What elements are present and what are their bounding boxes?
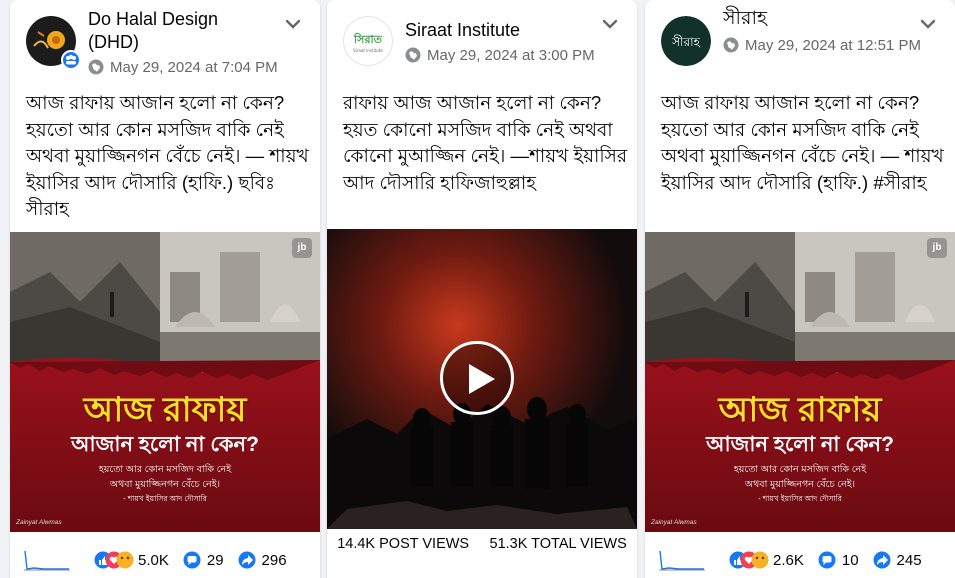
avatar-logo-subtext: Siraat Institute [353, 48, 383, 53]
post-views: 14.4K POST VIEWS [337, 536, 470, 552]
total-views: 51.3K TOTAL VIEWS [489, 536, 627, 552]
play-button[interactable] [440, 341, 514, 415]
reactions-icon[interactable] [729, 551, 769, 569]
poster-subtitle: আজান হলো না কেন? [71, 433, 259, 456]
post-text: আজ রাফায় আজান হলো না কেন? হয়তো আর কোন … [661, 92, 944, 193]
comments-count[interactable]: 29 [207, 552, 224, 569]
post-meta: May 29, 2024 at 7:04 PM [88, 57, 278, 78]
poster-logo: jb [927, 238, 947, 258]
globe-icon [88, 59, 104, 75]
post-meta: May 29, 2024 at 3:00 PM [405, 45, 595, 66]
poster-signature: Zainyat Alwmas [16, 519, 62, 526]
shares-count[interactable]: 245 [897, 552, 922, 569]
poster-signature: Zainyat Alwmas [651, 519, 697, 526]
globe-icon [723, 37, 739, 53]
chevron-down-icon[interactable] [919, 18, 937, 30]
post-image[interactable]: jb আজ রাফায় আজান হলো না কেন? হয়তো আর ক… [645, 232, 955, 532]
poster-logo: jb [292, 238, 312, 258]
poster-subtitle: আজান হলো না কেন? [706, 433, 894, 456]
poster-caption: হয়তো আর কোন মসজিদ বাকি নেই অথবা মুয়াজ্… [10, 462, 320, 492]
chevron-down-icon[interactable] [601, 18, 619, 30]
poster-caption-line: হয়তো আর কোন মসজিদ বাকি নেই [733, 464, 867, 475]
avatar[interactable]: সীরাহ [661, 16, 711, 66]
globe-icon [405, 47, 421, 63]
chevron-down-icon[interactable] [284, 18, 302, 30]
shares-count[interactable]: 296 [262, 552, 287, 569]
play-icon [469, 364, 495, 394]
author-name[interactable]: Do Halal Design (DHD) [88, 8, 258, 54]
post-image[interactable]: jb আজ রাফায় আজান হলো না কেন? হয়তো আর ক… [10, 232, 320, 532]
post-card: Do Halal Design (DHD) May 29, 2024 at 7:… [10, 0, 320, 578]
sparkline-icon [24, 550, 70, 571]
poster-caption-line: হয়তো আর কোন মসজিদ বাকি নেই [98, 464, 232, 475]
post-card: সিরাত Siraat Institute Siraat Institute … [327, 0, 637, 578]
post-timestamp[interactable]: May 29, 2024 at 3:00 PM [427, 45, 595, 66]
share-icon [238, 551, 256, 569]
poster-credit: - শায়খ ইয়াসির আদ দৌসারি [758, 494, 842, 503]
reactions-count[interactable]: 5.0K [138, 552, 169, 569]
post-text: আজ রাফায় আজান হলো না কেন? হয়তো আর কোন … [26, 92, 309, 219]
group-icon [61, 50, 81, 70]
poster-caption-line: অথবা মুয়াজ্জিনগন বেঁচে নেই। [109, 479, 221, 490]
share-icon [873, 551, 891, 569]
video-views: 14.4K POST VIEWS 51.3K TOTAL VIEWS [327, 536, 637, 552]
comments-count[interactable]: 10 [842, 552, 859, 569]
sparkline-icon [659, 550, 705, 571]
poster-caption: হয়তো আর কোন মসজিদ বাকি নেই অথবা মুয়াজ্… [645, 462, 955, 492]
avatar[interactable]: সিরাত Siraat Institute [343, 16, 393, 66]
reactions-count[interactable]: 2.6K [773, 552, 804, 569]
comment-icon [818, 551, 836, 569]
poster-caption-line: অথবা মুয়াজ্জিনগন বেঁচে নেই। [744, 479, 856, 490]
author-name[interactable]: সীরাহ [723, 7, 893, 30]
avatar-logo-text: সিরাত [353, 32, 383, 46]
post-timestamp[interactable]: May 29, 2024 at 12:51 PM [745, 35, 921, 56]
post-stats: 2.6K 10 245 [645, 540, 955, 578]
post-timestamp[interactable]: May 29, 2024 at 7:04 PM [110, 57, 278, 78]
post-card: সীরাহ সীরাহ May 29, 2024 at 12:51 PM আজ … [645, 0, 955, 578]
post-meta: May 29, 2024 at 12:51 PM [723, 35, 933, 56]
post-stats: 5.0K 29 296 [10, 540, 320, 578]
post-video[interactable] [327, 229, 637, 529]
author-name[interactable]: Siraat Institute [405, 19, 605, 42]
avatar-logo-text: সীরাহ [671, 35, 700, 49]
reactions-icon[interactable] [94, 551, 134, 569]
post-text: রাফায় আজ আজান হলো না কেন? হয়ত কোনো মসজ… [343, 92, 628, 193]
comment-icon [183, 551, 201, 569]
poster-credit: - শায়খ ইয়াসির আদ দৌসারি [123, 494, 207, 503]
